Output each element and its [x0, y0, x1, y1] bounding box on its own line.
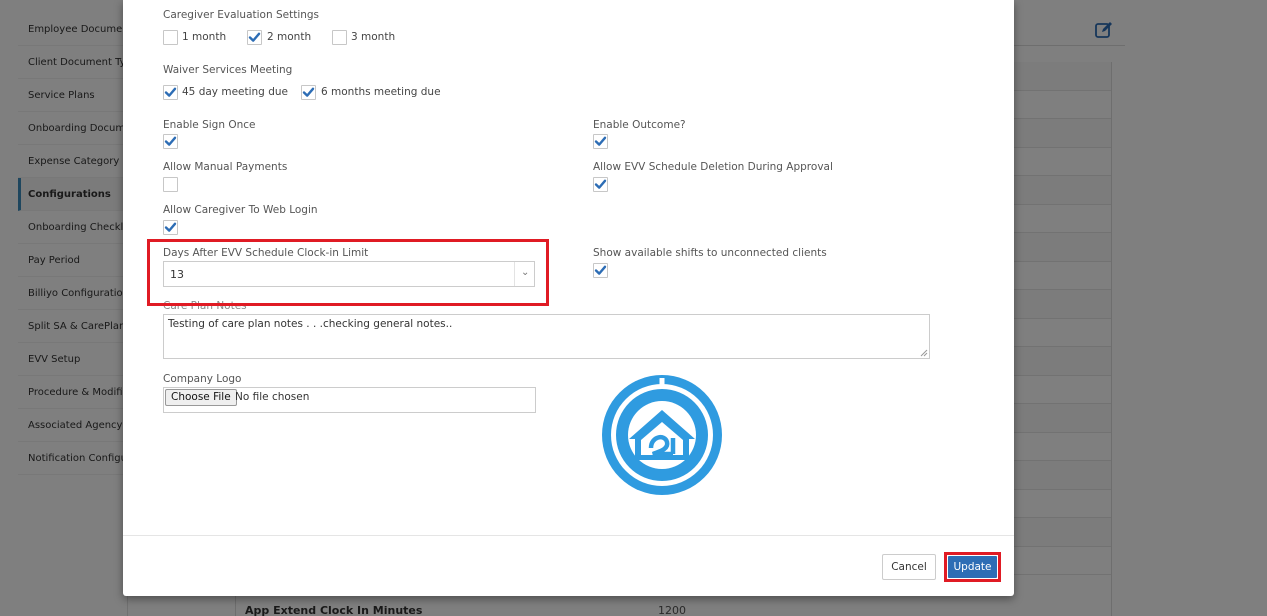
care-plan-notes-textarea[interactable]: Testing of care plan notes . . .checking… — [163, 314, 930, 359]
modal-footer: Cancel Update — [123, 535, 1014, 596]
checkmark-icon — [302, 87, 315, 97]
checkbox-3-month[interactable] — [332, 30, 347, 45]
allow-web-login-label: Allow Caregiver To Web Login — [163, 204, 318, 216]
company-logo-file-input[interactable]: Choose File No file chosen — [163, 387, 536, 413]
update-button[interactable]: Update — [948, 556, 997, 578]
checkmark-icon — [594, 179, 607, 189]
waiver-services-label: Waiver Services Meeting — [163, 64, 293, 76]
cancel-button[interactable]: Cancel — [882, 554, 936, 580]
checkbox-45-day[interactable] — [163, 85, 178, 100]
checkmark-icon — [164, 136, 177, 146]
checkbox-2-month[interactable] — [247, 30, 262, 45]
checkmark-icon — [594, 136, 607, 146]
update-button-highlight: Update — [944, 552, 1001, 582]
care-plan-notes-text: Testing of care plan notes . . .checking… — [168, 318, 453, 330]
clockin-limit-highlight — [147, 239, 549, 306]
checkmark-icon — [594, 265, 607, 275]
company-logo-icon — [602, 375, 722, 495]
checkmark-icon — [164, 87, 177, 97]
checkbox-3-month-label: 3 month — [351, 31, 396, 43]
allow-manual-payments-checkbox[interactable] — [163, 177, 178, 192]
checkbox-6-months[interactable] — [301, 85, 316, 100]
checkbox-2-month-label: 2 month — [267, 31, 312, 43]
checkbox-1-month[interactable] — [163, 30, 178, 45]
allow-manual-payments-label: Allow Manual Payments — [163, 161, 288, 173]
checkbox-6-months-label: 6 months meeting due — [321, 86, 441, 98]
choose-file-button[interactable]: Choose File — [165, 389, 237, 406]
enable-sign-once-checkbox[interactable] — [163, 134, 178, 149]
allow-evv-deletion-checkbox[interactable] — [593, 177, 608, 192]
checkbox-45-day-label: 45 day meeting due — [182, 86, 288, 98]
allow-web-login-checkbox[interactable] — [163, 220, 178, 235]
enable-outcome-checkbox[interactable] — [593, 134, 608, 149]
resize-grip-icon[interactable] — [920, 349, 928, 357]
checkbox-1-month-label: 1 month — [182, 31, 227, 43]
show-shifts-checkbox[interactable] — [593, 263, 608, 278]
enable-sign-once-label: Enable Sign Once — [163, 119, 256, 131]
allow-evv-deletion-label: Allow EVV Schedule Deletion During Appro… — [593, 161, 833, 173]
checkmark-icon — [164, 222, 177, 232]
company-logo-label: Company Logo — [163, 373, 242, 385]
checkmark-icon — [248, 32, 261, 42]
show-shifts-label: Show available shifts to unconnected cli… — [593, 247, 827, 259]
caregiver-evaluation-label: Caregiver Evaluation Settings — [163, 9, 320, 21]
file-status-text: No file chosen — [235, 391, 310, 403]
enable-outcome-label: Enable Outcome? — [593, 119, 686, 131]
